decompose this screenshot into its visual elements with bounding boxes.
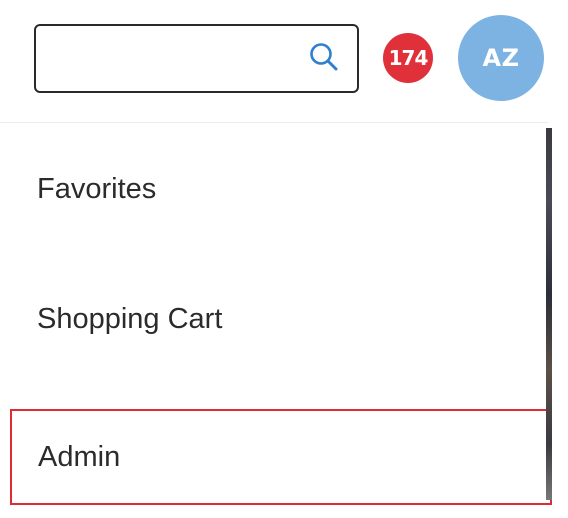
search-box[interactable] <box>34 24 359 93</box>
menu-item-favorites[interactable]: Favorites <box>0 153 548 225</box>
page: 174 AZ Favorites Shopping Cart Admin <box>0 0 568 518</box>
search-icon[interactable] <box>304 38 344 78</box>
user-dropdown-menu: Favorites Shopping Cart Admin <box>0 122 552 518</box>
menu-item-shopping-cart[interactable]: Shopping Cart <box>0 283 548 355</box>
menu-item-admin[interactable]: Admin <box>10 409 552 505</box>
avatar[interactable]: AZ <box>458 15 544 101</box>
background-page-edge <box>546 128 552 500</box>
search-input[interactable] <box>48 36 298 81</box>
notification-badge[interactable]: 174 <box>383 33 433 83</box>
header: 174 AZ <box>0 0 568 120</box>
